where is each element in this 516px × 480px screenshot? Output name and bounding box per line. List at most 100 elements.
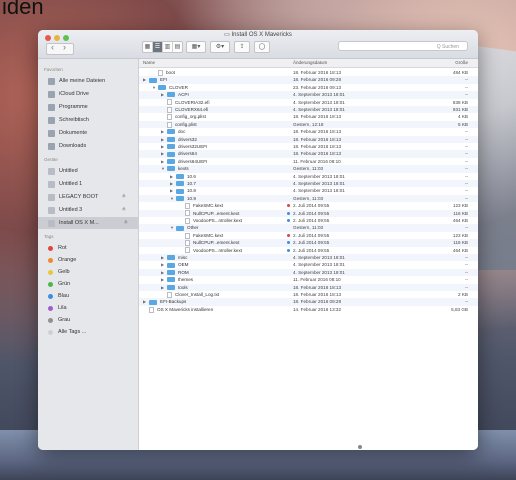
resize-handle[interactable]: [358, 445, 362, 449]
action-gear-button[interactable]: ⚙▾: [210, 41, 230, 53]
table-row[interactable]: ▼ Other Gestern, 11:03 --: [139, 224, 478, 232]
table-row[interactable]: ▶ 10.8 4. September 2013 18:01 --: [139, 187, 478, 194]
sidebar-item-favorite[interactable]: Alle meine Dateien: [48, 75, 136, 87]
table-row[interactable]: config_org.plist 18. Februar 2016 18:13 4 …: [139, 113, 478, 121]
view-mode-group[interactable]: ▦ ☰ ▥ ▤: [142, 41, 183, 53]
back-arrow-icon[interactable]: ‹: [51, 42, 54, 52]
row-size-cell: --: [464, 299, 468, 305]
table-row[interactable]: ▼ 10.9 Gestern, 11:03 --: [139, 194, 478, 203]
sidebar-item-tag[interactable]: Grau: [48, 314, 136, 326]
sidebar-item-favorite[interactable]: Schreibtisch: [48, 114, 136, 126]
coverflow-view-button[interactable]: ▤: [173, 42, 182, 52]
row-name-cell: ▶ tools: [161, 284, 188, 291]
row-name-label: NullCPUP...ement.kext: [193, 240, 240, 246]
table-row[interactable]: ▶ tools 18. Februar 2016 18:13 --: [139, 283, 478, 291]
table-row[interactable]: boot 18. Februar 2016 18:13 484 KB: [139, 69, 478, 76]
row-size-cell: --: [464, 173, 468, 179]
table-row[interactable]: NullCPUP...ement.kext 2. Juli 2014 09:55 1…: [139, 209, 478, 217]
drive-icon: [48, 180, 55, 188]
row-name-cell: ▶ drivers64: [161, 150, 197, 157]
sidebar-item-tag[interactable]: Lila: [48, 302, 136, 314]
icon-view-button[interactable]: ▦: [143, 42, 153, 52]
arrange-button[interactable]: ▦▾: [186, 41, 206, 53]
tags-button[interactable]: ◯: [254, 41, 270, 53]
table-row[interactable]: ▶ themes 11. Februar 2016 08:10 --: [139, 276, 478, 283]
folder-icon: [167, 151, 175, 157]
search-input[interactable]: Q Suchen: [338, 41, 468, 51]
row-name-label: FakeSMC.kext: [193, 203, 224, 209]
table-row[interactable]: ▶ misc 4. September 2013 18:01 --: [139, 254, 478, 262]
file-icon: [167, 291, 172, 298]
table-row[interactable]: ▶ drivers64UEFI 11. Februar 2016 08:10 --: [139, 158, 478, 165]
folder-icon: [176, 181, 184, 187]
table-row[interactable]: CLOVERX64.efi 4. September 2013 18:01 931 …: [139, 106, 478, 114]
table-row[interactable]: ▶ ACPI 4. September 2013 18:01 --: [139, 91, 478, 99]
table-row[interactable]: CLOVERIA32.efi 4. September 2013 18:01 838…: [139, 99, 478, 106]
row-size-cell: --: [464, 181, 468, 186]
table-row[interactable]: ▶ drivers32UEFI 18. Februar 2016 18:13 --: [139, 143, 478, 150]
column-name-header[interactable]: Name: [143, 60, 155, 65]
table-row[interactable]: FakeSMC.kext 2. Juli 2014 09:55 123 KB: [139, 202, 478, 209]
table-row[interactable]: ▶ drivers32 18. Februar 2016 18:13 --: [139, 135, 478, 143]
sidebar-item-tag[interactable]: Alle Tags ...: [48, 326, 136, 338]
share-button[interactable]: ⇪: [234, 41, 250, 53]
sidebar-item-device[interactable]: LEGACY BOOT ≜: [48, 191, 136, 203]
cloud-icon: [48, 90, 55, 98]
table-row[interactable]: config.plist Gestern, 12:18 5 KB: [139, 120, 478, 129]
file-tag-dot: [287, 248, 290, 252]
table-row[interactable]: ▼ kexts Gestern, 11:03 --: [139, 165, 478, 173]
table-row[interactable]: Clover_Install_Log.txt 18. Februar 2016 1…: [139, 291, 478, 298]
row-size-cell: 4 KB: [458, 114, 468, 120]
column-view-button[interactable]: ▥: [163, 42, 173, 52]
sidebar-item-device[interactable]: Untitled: [48, 165, 136, 177]
table-row[interactable]: ▶ drivers64 18. Februar 2016 18:13 --: [139, 150, 478, 158]
sidebar-item-device[interactable]: Untitled 3 ≜: [48, 204, 136, 216]
sidebar-item-tag[interactable]: Rot: [48, 242, 136, 254]
row-date-cell: Gestern, 12:18: [293, 121, 324, 127]
table-row[interactable]: NullCPUP...ement.kext 2. Juli 2014 09:55 1…: [139, 239, 478, 247]
back-forward-buttons[interactable]: ‹ ›: [46, 42, 74, 55]
row-size-cell: 838 KB: [452, 99, 468, 105]
table-row[interactable]: ▶ EFI-Backups 18. Februar 2016 09:28 --: [139, 298, 478, 306]
row-date-cell: 18. Februar 2016 09:28: [293, 299, 342, 305]
sidebar-item-favorite[interactable]: Programme: [48, 101, 136, 113]
row-name-cell: NullCPUP...ement.kext: [179, 210, 239, 217]
eject-icon[interactable]: ≜: [124, 217, 128, 229]
eject-icon[interactable]: ≜: [122, 204, 126, 216]
sidebar-item-device[interactable]: Install OS X M... ≜: [38, 217, 138, 229]
sidebar-item-label: Grau: [58, 317, 71, 323]
sidebar-item-favorite[interactable]: Dokumente: [48, 127, 136, 139]
sidebar-item-favorite[interactable]: Downloads: [48, 140, 136, 152]
sidebar-item-tag[interactable]: Grün: [48, 278, 136, 290]
table-row[interactable]: OS X Mavericks installieren 14. Februar 2…: [139, 306, 478, 313]
sidebar-item-tag[interactable]: Gelb: [48, 266, 136, 278]
row-date-cell: Gestern, 11:03: [293, 166, 324, 172]
row-size-cell: --: [464, 77, 468, 83]
sidebar-item-device[interactable]: Untitled 1: [48, 178, 136, 190]
column-header: Name Änderungsdatum Größe: [139, 59, 478, 68]
table-row[interactable]: ▶ 10.7 4. September 2013 18:01 --: [139, 180, 478, 188]
table-row[interactable]: ▼ CLOVER 23. Februar 2016 09:13 --: [139, 84, 478, 91]
sidebar-item-label: Alle Tags ...: [58, 329, 87, 335]
list-view-button[interactable]: ☰: [153, 42, 163, 52]
folder-icon: [158, 85, 166, 90]
folder-icon: [176, 225, 184, 231]
sidebar-item-favorite[interactable]: iCloud Drive: [48, 88, 136, 100]
column-size-header[interactable]: Größe: [455, 60, 468, 65]
table-row[interactable]: ▶ doc 18. Februar 2016 18:13 --: [139, 128, 478, 135]
forward-arrow-icon[interactable]: ›: [63, 42, 66, 52]
table-row[interactable]: ▶ EFI 18. Februar 2016 09:28 --: [139, 76, 478, 84]
table-row[interactable]: FakeSMC.kext 2. Juli 2014 09:55 123 KB: [139, 232, 478, 239]
row-name-cell: ▶ drivers32: [161, 136, 197, 143]
table-row[interactable]: ▶ 10.6 4. September 2013 18:01 --: [139, 173, 478, 180]
row-name-label: Other: [187, 225, 199, 231]
eject-icon[interactable]: ≜: [122, 191, 126, 203]
row-name-cell: ▶ 10.6: [170, 173, 196, 180]
table-row[interactable]: VoodooPS...ntroller.kext 2. Juli 2014 09:…: [139, 217, 478, 224]
table-row[interactable]: ▶ ROM 4. September 2013 18:01 --: [139, 268, 478, 277]
sidebar-item-tag[interactable]: Orange: [48, 254, 136, 266]
table-row[interactable]: VoodooPS...ntroller.kext 2. Juli 2014 09:…: [139, 247, 478, 254]
table-row[interactable]: ▶ OEM 4. September 2013 18:01 --: [139, 261, 478, 268]
column-date-header[interactable]: Änderungsdatum: [293, 60, 327, 65]
sidebar-item-tag[interactable]: Blau: [48, 290, 136, 302]
